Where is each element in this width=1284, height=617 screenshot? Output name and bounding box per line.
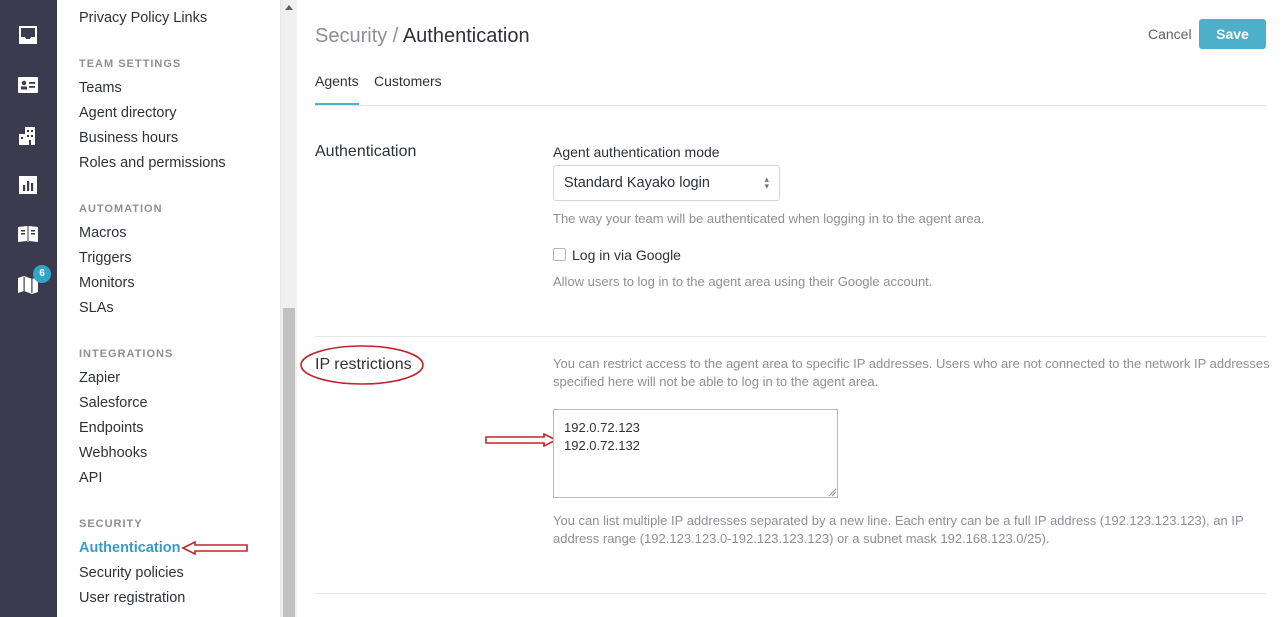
insights-icon[interactable]	[16, 173, 40, 197]
sidebar-item-zapier[interactable]: Zapier	[79, 370, 120, 386]
sidebar-item-user-registration[interactable]: User registration	[79, 590, 185, 606]
notification-badge: 6	[33, 265, 51, 283]
tab-customers[interactable]: Customers	[374, 73, 442, 103]
save-button[interactable]: Save	[1199, 19, 1266, 49]
tab-bar: Agents Customers	[315, 66, 1266, 106]
select-arrows-icon: ▴ ▾	[764, 174, 769, 191]
auth-mode-value: Standard Kayako login	[564, 175, 710, 191]
sidebar-item-authentication[interactable]: Authentication	[79, 540, 181, 556]
app-rail: 6	[0, 0, 57, 617]
breadcrumb: Security / Authentication	[315, 25, 530, 48]
organizations-icon[interactable]	[16, 124, 40, 148]
sidebar-scrollbar[interactable]	[280, 0, 297, 617]
page-title: Authentication	[402, 25, 530, 47]
sidebar-item-macros[interactable]: Macros	[79, 225, 127, 241]
sidebar-item-webhooks[interactable]: Webhooks	[79, 445, 147, 461]
sidebar-item-security-policies[interactable]: Security policies	[79, 565, 184, 581]
sidebar-item-teams[interactable]: Teams	[79, 80, 122, 96]
ip-help-line-1: You can list multiple IP addresses separ…	[553, 513, 1244, 528]
annotation-arrow	[181, 540, 248, 556]
section-heading-integrations: INTEGRATIONS	[79, 348, 174, 360]
tab-agents[interactable]: Agents	[315, 73, 359, 105]
inbox-icon[interactable]	[16, 23, 40, 47]
ip-restrictions-help: You can list multiple IP addresses separ…	[553, 512, 1273, 548]
scrollbar-thumb[interactable]	[283, 308, 295, 617]
settings-sidebar: Privacy Policy Links TEAM SETTINGS Teams…	[57, 0, 280, 617]
sidebar-item-api[interactable]: API	[79, 470, 102, 486]
main-content: Security / Authentication Cancel Save Ag…	[297, 0, 1284, 617]
breadcrumb-parent[interactable]: Security /	[315, 25, 403, 47]
ip-intro-line-1: You can restrict access to the agent are…	[553, 356, 1270, 371]
ip-restrictions-intro: You can restrict access to the agent are…	[553, 355, 1273, 391]
auth-mode-label: Agent authentication mode	[553, 144, 720, 160]
ip-addresses-textarea[interactable]: 192.0.72.123 192.0.72.132	[553, 409, 838, 498]
sidebar-item-roles-and-permissions[interactable]: Roles and permissions	[79, 155, 226, 171]
ip-help-line-2: address range (192.123.123.0-192.123.123…	[553, 531, 1050, 546]
authentication-section-title: Authentication	[315, 143, 417, 160]
section-heading-team-settings: TEAM SETTINGS	[79, 58, 182, 70]
annotation-arrow	[485, 432, 558, 448]
sidebar-item-salesforce[interactable]: Salesforce	[79, 395, 148, 411]
resize-grip-icon[interactable]	[828, 488, 837, 497]
ip-intro-line-2: specified here will not be able to log i…	[553, 374, 879, 389]
section-divider	[315, 593, 1266, 594]
scroll-up-arrow-icon[interactable]	[285, 5, 293, 10]
auth-mode-help: The way your team will be authenticated …	[553, 211, 985, 226]
cancel-button[interactable]: Cancel	[1148, 26, 1192, 42]
sidebar-item-monitors[interactable]: Monitors	[79, 275, 135, 291]
annotation-circle	[300, 345, 424, 385]
section-heading-automation: AUTOMATION	[79, 203, 163, 215]
google-login-help: Allow users to log in to the agent area …	[553, 274, 933, 289]
sidebar-item-endpoints[interactable]: Endpoints	[79, 420, 144, 436]
google-login-label[interactable]: Log in via Google	[572, 247, 681, 263]
section-heading-security: SECURITY	[79, 518, 143, 530]
sidebar-item-slas[interactable]: SLAs	[79, 300, 114, 316]
help-center-icon[interactable]	[16, 222, 40, 246]
google-login-checkbox[interactable]	[553, 248, 566, 261]
sidebar-item-agent-directory[interactable]: Agent directory	[79, 105, 177, 121]
auth-mode-select[interactable]: Standard Kayako login ▴ ▾	[553, 165, 780, 201]
sidebar-item-triggers[interactable]: Triggers	[79, 250, 132, 266]
contact-card-icon[interactable]	[16, 73, 40, 97]
sidebar-item-business-hours[interactable]: Business hours	[79, 130, 178, 146]
sidebar-item-privacy-policy-links[interactable]: Privacy Policy Links	[79, 10, 207, 26]
section-divider	[315, 336, 1266, 337]
